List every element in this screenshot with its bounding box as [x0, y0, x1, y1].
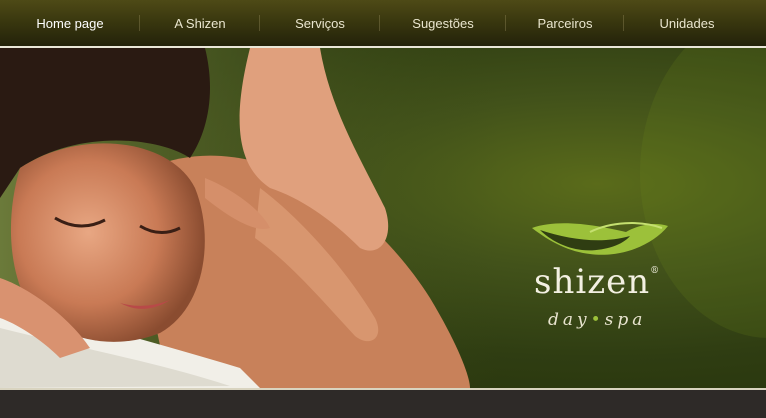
nav-parceiros[interactable]: Parceiros	[506, 0, 624, 46]
nav-label: Home page	[36, 15, 104, 31]
main-nav: Home page A Shizen Serviços Sugestões Pa…	[0, 0, 766, 46]
nav-a-shizen[interactable]: A Shizen	[140, 0, 260, 46]
tagline-day: day	[548, 310, 591, 330]
nav-unidades[interactable]: Unidades	[624, 0, 750, 46]
logo-wordmark: shizen®	[534, 262, 674, 302]
hero-banner: shizen® day•spa	[0, 48, 766, 388]
logo-name-text: shizen	[534, 262, 651, 302]
nav-label: Sugestões	[412, 15, 474, 31]
nav-label: A Shizen	[174, 15, 226, 31]
shizen-logo: shizen® day•spa	[520, 218, 680, 338]
nav-label: Serviços	[295, 15, 345, 31]
nav-label: Parceiros	[537, 15, 593, 31]
nav-sugestoes[interactable]: Sugestões	[380, 0, 506, 46]
footer-band	[0, 390, 766, 418]
nav-label: Unidades	[659, 15, 715, 31]
leaf-icon	[532, 222, 668, 255]
nav-servicos[interactable]: Serviços	[260, 0, 380, 46]
logo-tagline: day•spa	[548, 310, 646, 330]
top-navigation-bar: Home page A Shizen Serviços Sugestões Pa…	[0, 0, 766, 46]
massage-photo	[0, 48, 500, 388]
tagline-spa: spa	[604, 310, 647, 330]
nav-home-page[interactable]: Home page	[0, 0, 140, 46]
registered-mark: ®	[650, 266, 661, 276]
tagline-dot: •	[590, 310, 605, 330]
